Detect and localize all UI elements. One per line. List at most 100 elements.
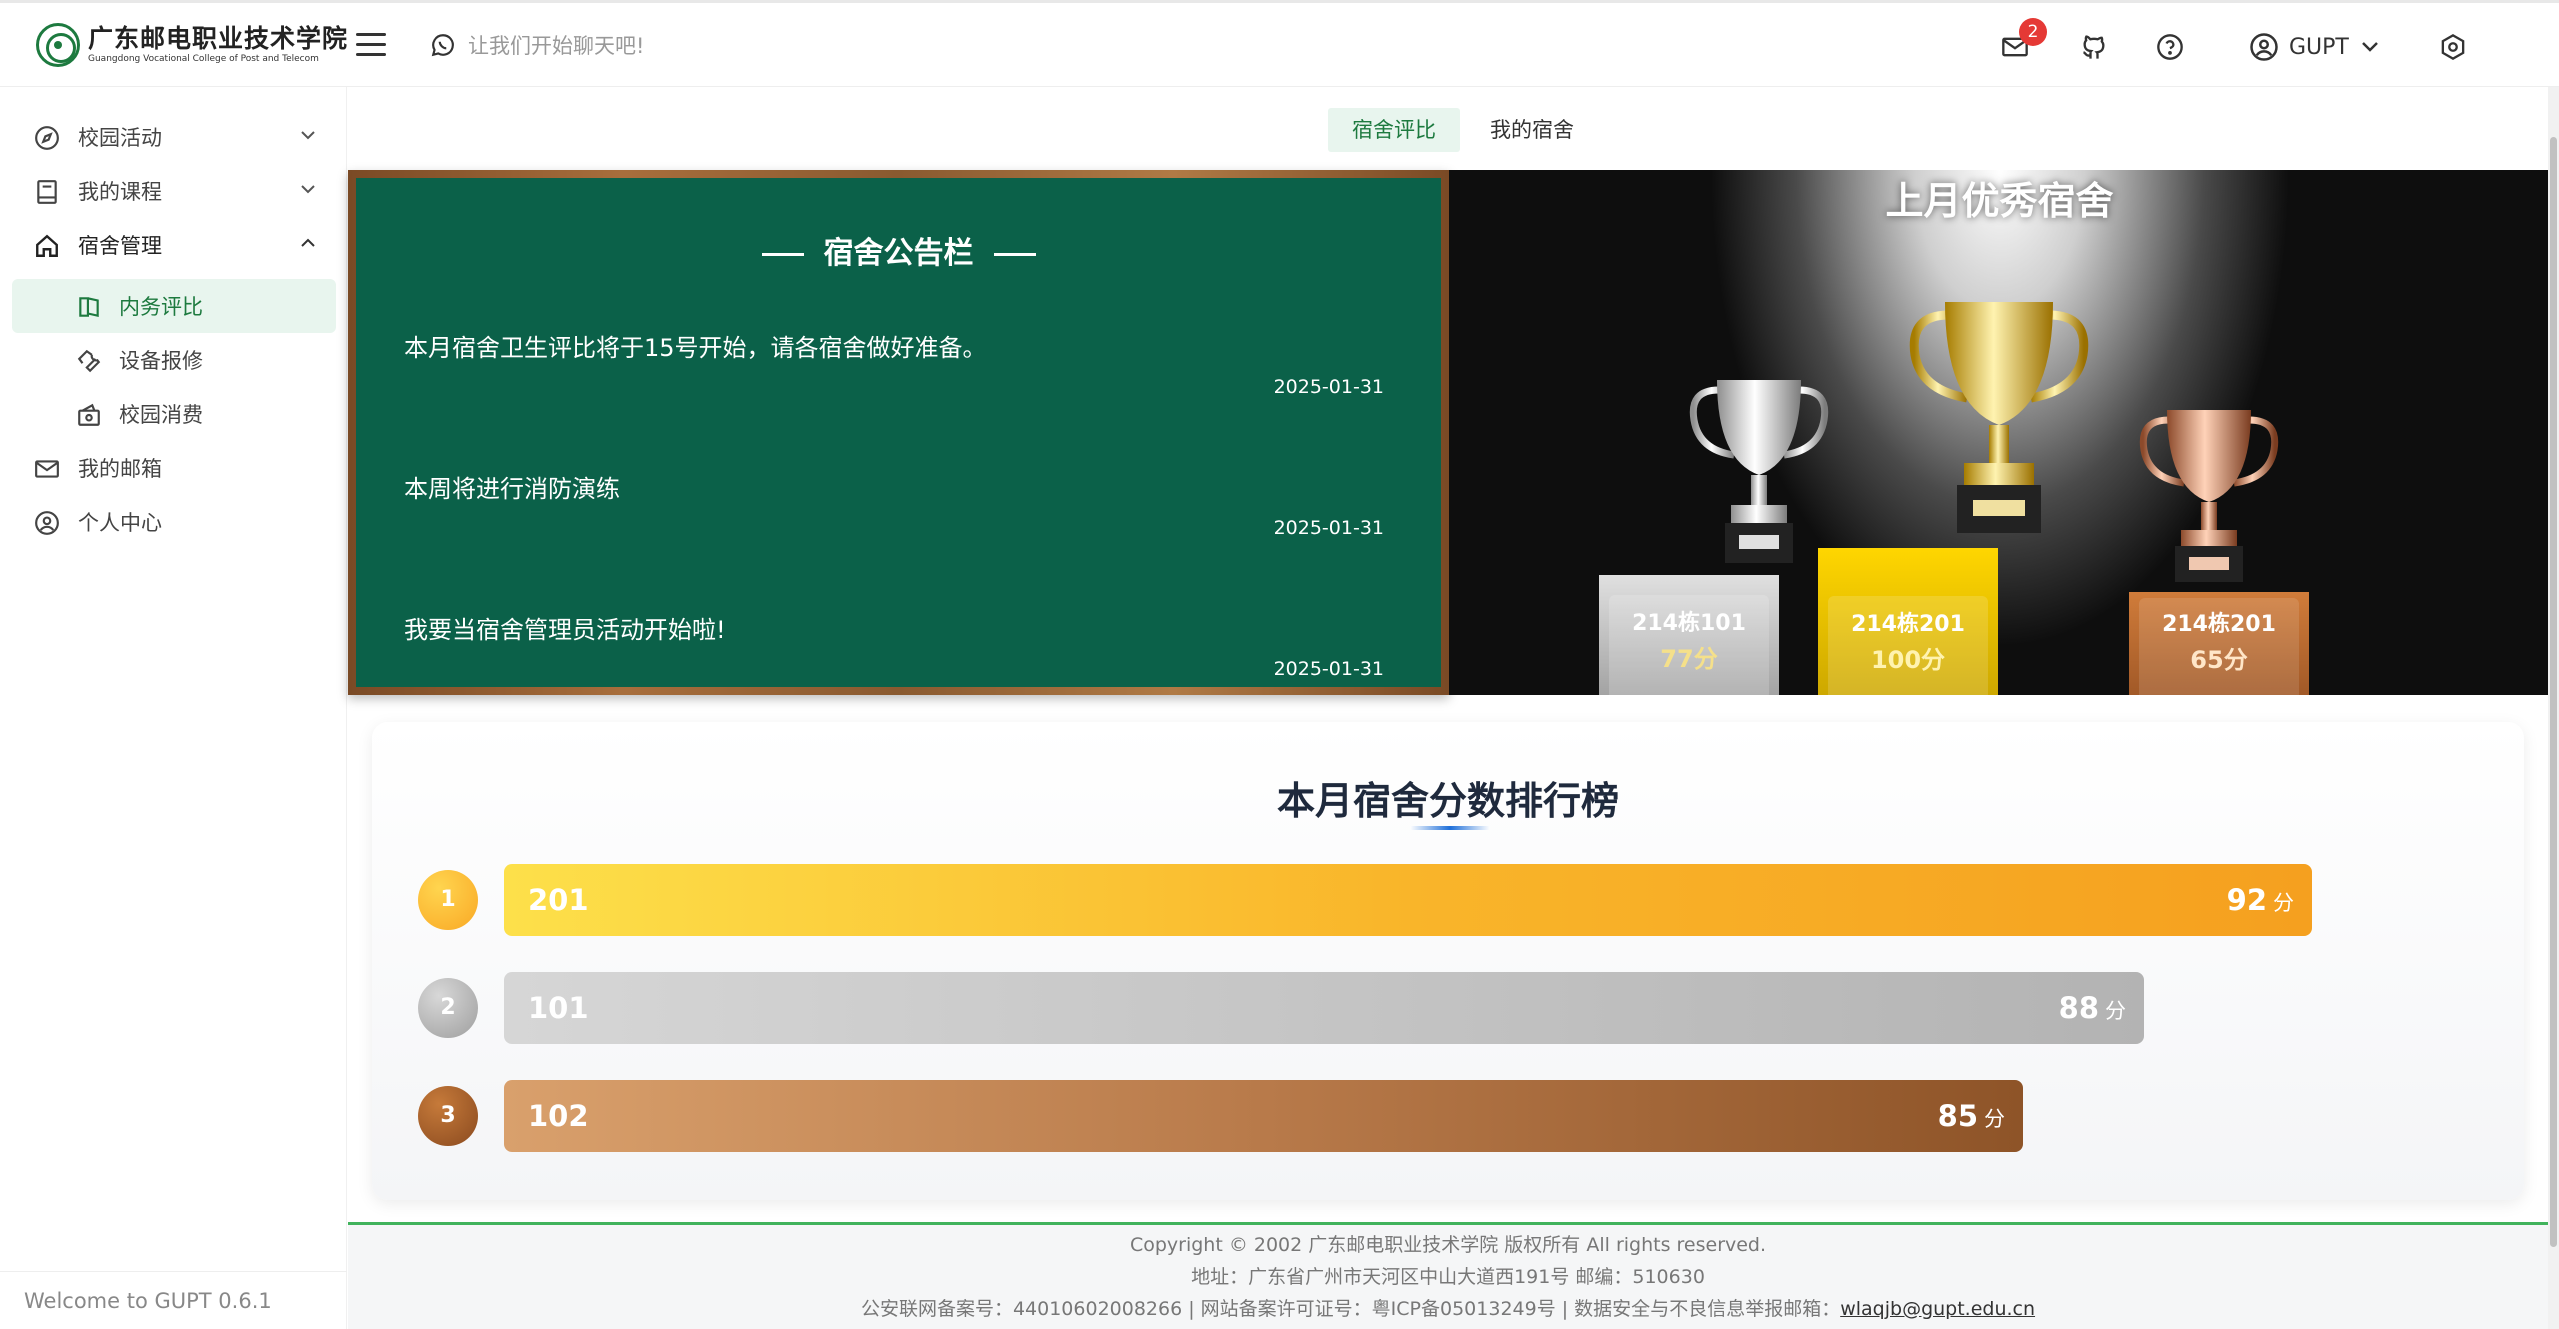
chevron-down-icon — [301, 131, 315, 140]
title-underline — [1410, 826, 1490, 830]
sidebar-item-label: 我的邮箱 — [78, 457, 162, 481]
gold-trophy-icon — [1909, 302, 2089, 533]
rank-medal-silver: 2 — [418, 978, 478, 1038]
notice-text: 本月宿舍卫生评比将于15号开始，请各宿舍做好准备。 — [404, 334, 987, 362]
dorm-score-ranking: 本月宿舍分数排行榜 1 201 92 分 2 101 88 分 3 102 85 分 — [372, 722, 2524, 1200]
footer-address: 地址：广东省广州市天河区中山大道西191号 邮编：510630 — [1191, 1266, 1705, 1288]
report-email-link[interactable]: wlaqjb@gupt.edu.cn — [1840, 1298, 2035, 1320]
footer-registration: 公安联网备案号：44010602008266 | 网站备案许可证号：粤ICP备0… — [860, 1298, 1841, 1320]
college-logo[interactable]: 广东邮电职业技术学院 Guangdong Vocational College … — [36, 23, 348, 67]
github-button[interactable] — [2076, 29, 2112, 65]
notice-item[interactable]: 本月宿舍卫生评比将于15号开始，请各宿舍做好准备。 2025-01-31 — [404, 328, 1384, 398]
silver-trophy-icon — [1689, 380, 1829, 563]
sidebar-item-label: 宿舍管理 — [78, 234, 162, 258]
ranking-title: 本月宿舍分数排行榜 — [1276, 779, 1619, 823]
sidebar-item-label: 设备报修 — [119, 349, 203, 373]
podium-third-place: 214栋201 65分 — [2129, 592, 2309, 695]
chat-placeholder: 让我们开始聊天吧! — [468, 34, 645, 58]
mail-icon — [35, 460, 59, 478]
github-icon — [2083, 35, 2105, 59]
settings-button[interactable] — [2435, 29, 2471, 65]
notice-date: 2025-01-31 — [1273, 517, 1384, 539]
open-book-icon — [79, 297, 99, 318]
wallet-icon — [78, 403, 100, 426]
version-welcome-text: Welcome to GUPT 0.6.1 — [0, 1271, 347, 1329]
podium-score: 65分 — [2190, 646, 2248, 674]
rank-medal-bronze: 3 — [418, 1086, 478, 1146]
sidebar-item-campus-spending[interactable]: 校园消费 — [12, 387, 336, 441]
sidebar-item-label: 校园活动 — [78, 126, 162, 150]
sidebar-item-equipment-repair[interactable]: 设备报修 — [12, 333, 336, 387]
top-bar: 广东邮电职业技术学院 Guangdong Vocational College … — [0, 0, 2559, 87]
sidebar-item-housekeeping-rating[interactable]: 内务评比 — [12, 279, 336, 333]
book-icon — [37, 180, 57, 204]
user-menu[interactable]: GUPT — [2249, 29, 2379, 65]
settings-icon — [2441, 33, 2465, 61]
logo-english-name: Guangdong Vocational College of Post and… — [88, 54, 319, 64]
sidebar-item-label: 校园消费 — [119, 403, 203, 427]
sidebar-item-my-mailbox[interactable]: 我的邮箱 — [12, 441, 336, 495]
mail-count-badge: 2 — [2019, 18, 2047, 46]
ranking-room: 101 — [528, 991, 589, 1025]
footer-copyright: Copyright © 2002 广东邮电职业技术学院 版权所有 All rig… — [1129, 1234, 1767, 1256]
notice-item[interactable]: 本周将进行消防演练 2025-01-31 — [404, 469, 1384, 539]
chat-launcher[interactable]: 让我们开始聊天吧! — [430, 30, 644, 60]
ranking-unit: 分 — [1984, 1107, 2005, 1131]
chevron-down-icon — [2361, 42, 2378, 52]
notice-text: 本周将进行消防演练 — [404, 475, 620, 503]
podium-room-name: 214栋201 — [2162, 612, 2276, 637]
dorm-tabs: 宿舍评比 我的宿舍 — [1328, 108, 1604, 152]
hamburger-icon — [356, 33, 386, 36]
sidebar-item-label: 个人中心 — [78, 511, 162, 535]
podium-first-place: 214栋201 100分 — [1818, 548, 1998, 695]
tab-my-dorm[interactable]: 我的宿舍 — [1466, 108, 1598, 152]
mail-button[interactable]: 2 — [1997, 18, 2047, 65]
sidebar-item-campus-activities[interactable]: 校园活动 — [12, 110, 336, 164]
menu-toggle-button[interactable] — [356, 33, 386, 57]
home-icon — [36, 234, 58, 257]
sidebar-item-label: 内务评比 — [119, 295, 203, 319]
wrench-icon — [77, 349, 101, 373]
logo-chinese-name: 广东邮电职业技术学院 — [88, 24, 349, 53]
ranking-room: 201 — [528, 883, 589, 917]
bronze-trophy-icon — [2139, 410, 2279, 582]
podium-score: 100分 — [1870, 646, 1946, 674]
tab-dorm-rating[interactable]: 宿舍评比 — [1328, 108, 1460, 152]
showcase-title: 上月优秀宿舍 — [1885, 179, 2114, 223]
ranking-unit: 分 — [2105, 999, 2126, 1023]
chevron-up-icon — [301, 238, 315, 247]
podium-room-name: 214栋201 — [1851, 612, 1965, 637]
bulletin-title: 宿舍公告栏 — [356, 228, 1441, 272]
ranking-room: 102 — [528, 1099, 589, 1133]
rank-medal-gold: 1 — [418, 870, 478, 930]
bulletin-board: 宿舍公告栏 本月宿舍卫生评比将于15号开始，请各宿舍做好准备。 2025-01-… — [348, 170, 1449, 695]
page-footer: Copyright © 2002 广东邮电职业技术学院 版权所有 All rig… — [348, 1222, 2548, 1329]
page-scrollbar[interactable] — [2548, 87, 2559, 1329]
notice-item[interactable]: 我要当宿舍管理员活动开始啦! 2025-01-31 — [404, 610, 1384, 680]
podium-second-place: 214栋101 77分 — [1599, 575, 1779, 695]
ranking-bar[interactable]: 201 92 分 — [504, 864, 2312, 936]
college-emblem-icon — [36, 23, 80, 67]
notice-date: 2025-01-31 — [1273, 658, 1384, 680]
user-circle-icon — [35, 511, 59, 535]
user-avatar-icon — [2250, 33, 2278, 61]
sidebar-item-my-courses[interactable]: 我的课程 — [12, 164, 336, 218]
ranking-unit: 分 — [2273, 891, 2294, 915]
podium-score: 77分 — [1660, 645, 1718, 673]
ranking-score: 88 — [2058, 991, 2099, 1025]
sidebar-item-dorm-management[interactable]: 宿舍管理 — [12, 218, 336, 272]
podium-room-name: 214栋101 — [1632, 611, 1746, 636]
chat-bubble-icon — [431, 34, 454, 57]
help-button[interactable] — [2152, 29, 2188, 65]
sidebar: 校园活动 我的课程 宿舍管理 内务评比 设备报修 校园消费 我的邮箱 个人中心 … — [0, 87, 347, 1329]
ranking-bar[interactable]: 102 85 分 — [504, 1080, 2023, 1152]
scrollbar-thumb[interactable] — [2550, 137, 2557, 1247]
chevron-down-icon — [301, 185, 315, 194]
question-circle-icon — [2157, 34, 2183, 60]
ranking-bar[interactable]: 101 88 分 — [504, 972, 2144, 1044]
user-name: GUPT — [2289, 34, 2349, 60]
sidebar-item-label: 我的课程 — [78, 180, 162, 204]
sidebar-item-personal-center[interactable]: 个人中心 — [12, 495, 336, 549]
ranking-score: 92 — [2226, 883, 2267, 917]
notice-date: 2025-01-31 — [1273, 376, 1384, 398]
